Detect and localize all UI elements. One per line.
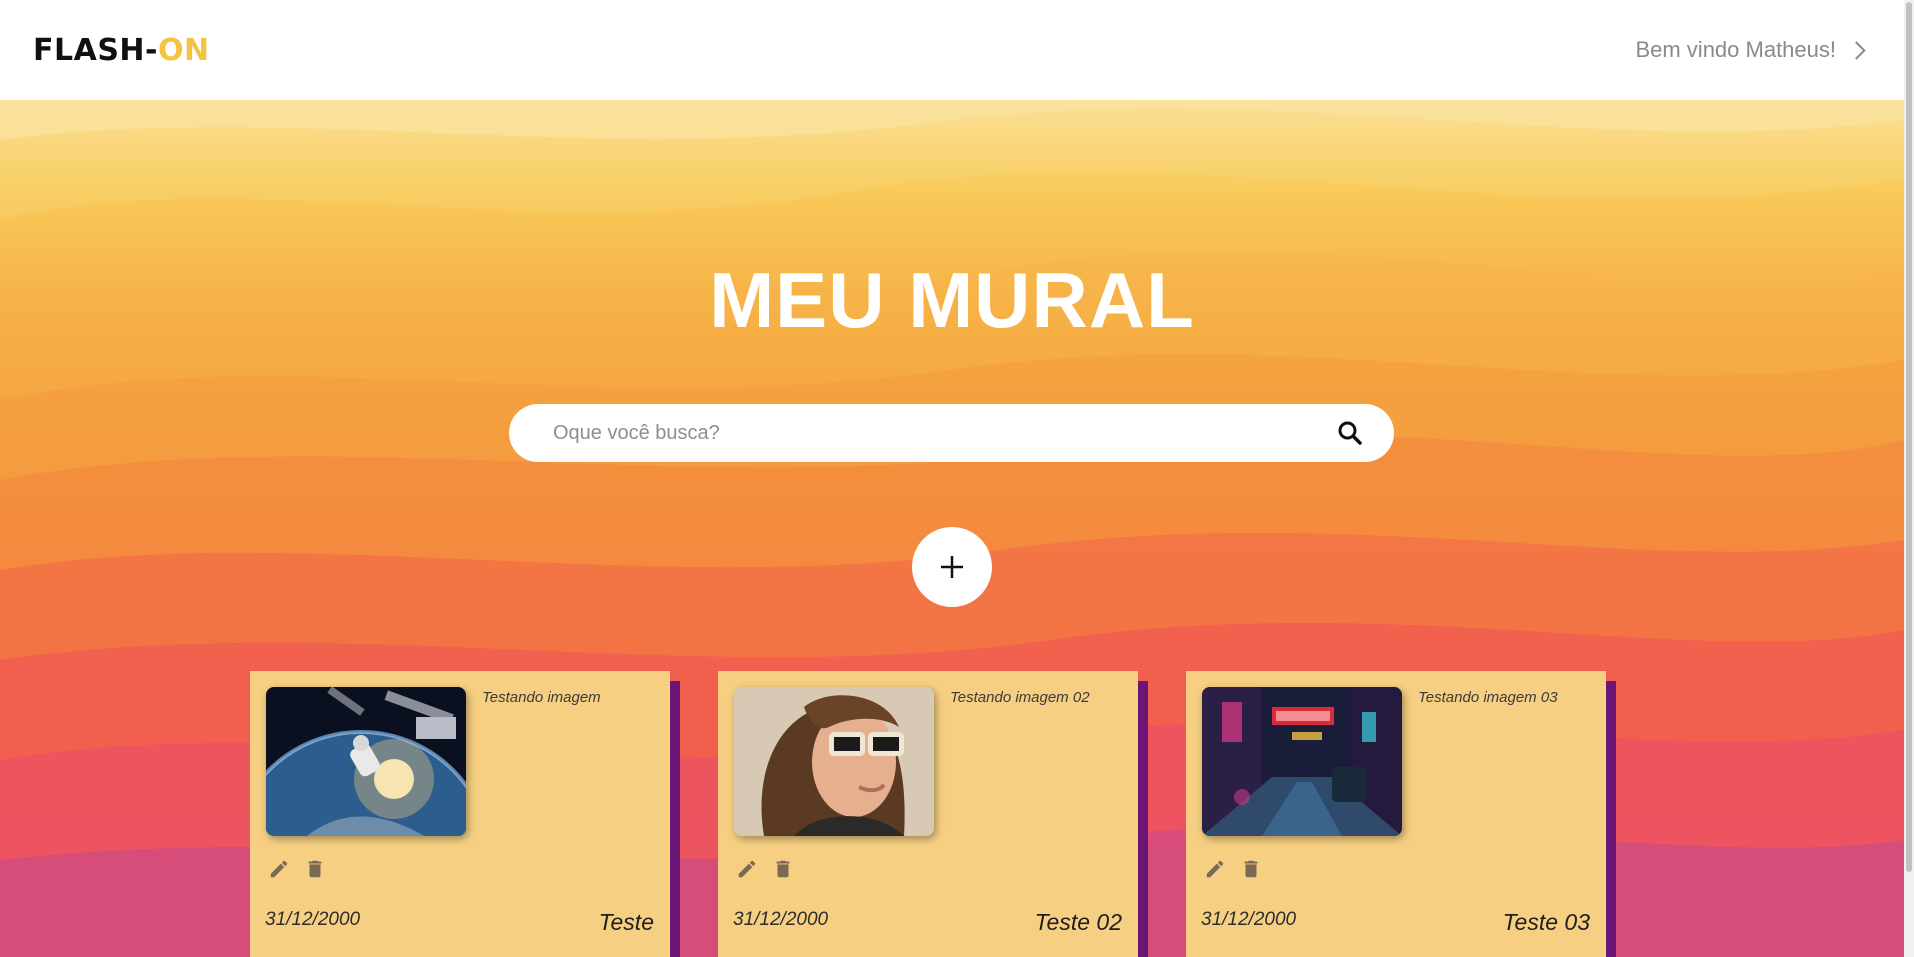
brand-logo[interactable]: FLASH-ON	[33, 33, 210, 68]
pencil-icon	[270, 860, 288, 878]
search-icon	[1338, 421, 1362, 445]
edit-button[interactable]	[736, 858, 758, 880]
card-date: 31/12/2000	[265, 909, 361, 930]
page-scrollbar[interactable]	[1904, 0, 1914, 957]
card-image-astronaut[interactable]	[266, 687, 466, 836]
mural-card: Testando imagem 02 31/12/2000 Teste 02	[718, 671, 1148, 957]
card-actions	[1204, 858, 1262, 880]
delete-button[interactable]	[772, 858, 794, 880]
card-image-woman-sunglasses[interactable]	[734, 687, 934, 836]
trash-icon	[308, 860, 322, 878]
user-welcome-link[interactable]: Bem vindo Matheus!	[1635, 37, 1871, 63]
edit-button[interactable]	[268, 858, 290, 880]
page-title: MEU MURAL	[709, 256, 1195, 344]
card-body: Testando imagem 03 31/12/2000 Teste 03	[1186, 671, 1606, 957]
card-image-neon-street[interactable]	[1202, 687, 1402, 836]
delete-button[interactable]	[1240, 858, 1262, 880]
chevron-right-icon	[1847, 40, 1866, 60]
logo-text-flash: FLASH-	[33, 32, 158, 68]
top-navbar: FLASH-ON Bem vindo Matheus!	[0, 0, 1904, 100]
add-post-button[interactable]	[912, 527, 992, 607]
trash-icon	[776, 860, 790, 878]
card-description: Testando imagem 03	[1418, 689, 1558, 706]
search-input[interactable]	[551, 420, 1334, 446]
pencil-icon	[738, 860, 756, 878]
trash-icon	[1244, 860, 1258, 878]
search-button[interactable]	[1334, 417, 1366, 449]
card-title: Teste 02	[1034, 909, 1122, 935]
pencil-icon	[1206, 860, 1224, 878]
search-bar	[509, 404, 1394, 462]
delete-button[interactable]	[304, 858, 326, 880]
card-date: 31/12/2000	[1201, 909, 1297, 930]
card-date: 31/12/2000	[733, 909, 829, 930]
scrollbar-thumb[interactable]	[1906, 2, 1912, 872]
mural-hero: MEU MURAL Oque você busca? Testando imag…	[0, 100, 1904, 957]
card-actions	[736, 858, 794, 880]
plus-icon	[941, 556, 963, 578]
card-description: Testando imagem 02	[950, 689, 1090, 706]
logo-text-on: ON	[158, 32, 210, 68]
mural-card: Testando imagem 31/12/2000 Teste	[250, 671, 680, 957]
card-title: Teste 03	[1502, 909, 1590, 935]
card-description: Testando imagem	[482, 689, 601, 706]
edit-button[interactable]	[1204, 858, 1226, 880]
card-body: Testando imagem 02 31/12/2000 Teste 02	[718, 671, 1138, 957]
card-title: Teste	[598, 909, 654, 935]
card-body: Testando imagem 31/12/2000 Teste	[250, 671, 670, 957]
mural-card: Testando imagem 03 31/12/2000 Teste 03	[1186, 671, 1616, 957]
welcome-text: Bem vindo Matheus!	[1635, 37, 1836, 62]
card-actions	[268, 858, 326, 880]
